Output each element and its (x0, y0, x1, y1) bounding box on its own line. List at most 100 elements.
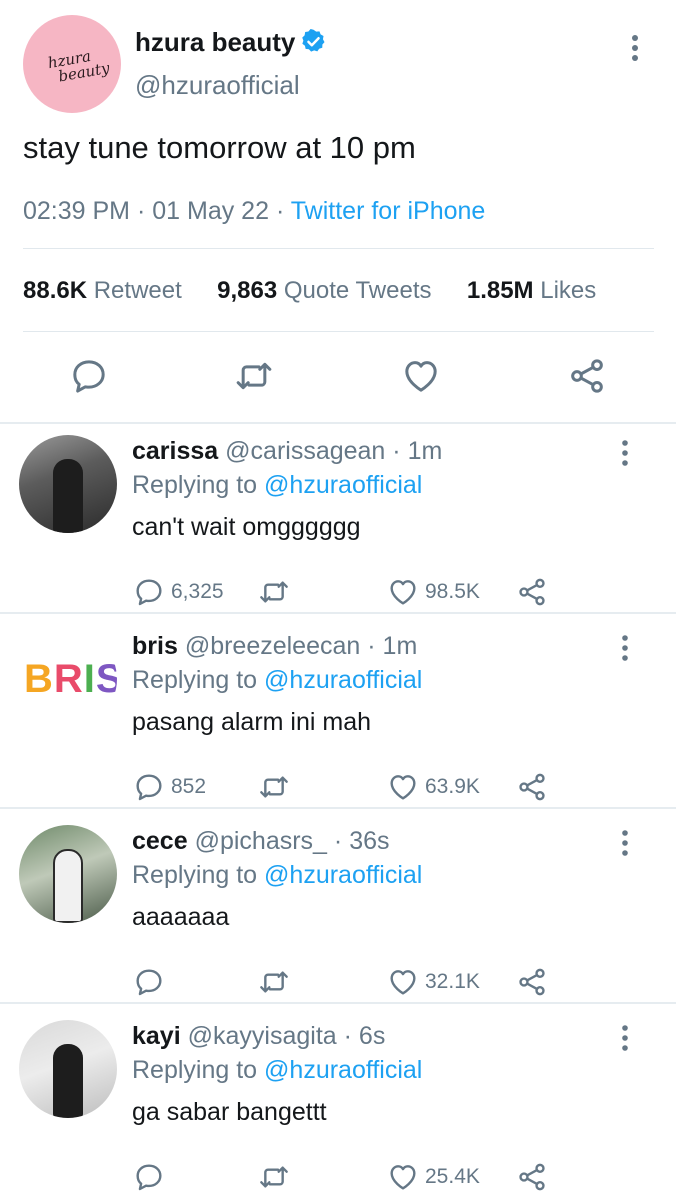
avatar[interactable] (19, 435, 117, 533)
main-tweet: hzura beauty hzura beauty @hzuraofficial… (0, 0, 676, 423)
avatar[interactable] (19, 825, 117, 923)
reply-author-handle[interactable]: @carissagean (225, 437, 385, 465)
like-action[interactable]: 32.1K (387, 964, 480, 1000)
like-icon[interactable] (387, 1161, 419, 1193)
reply-time: 1m (407, 437, 443, 465)
reply-author-handle[interactable]: @breezeleecan (185, 632, 361, 660)
reply-author-handle[interactable]: @kayyisagita (188, 1022, 337, 1050)
reply-author-name[interactable]: carissa (132, 437, 218, 465)
reply-tweet[interactable]: BRIS bris @breezeleecan · 1m Replying to… (0, 619, 676, 807)
like-count: 98.5K (425, 580, 480, 603)
replying-to: Replying to @hzuraofficial (132, 1056, 422, 1085)
reply-action[interactable] (133, 964, 165, 1000)
reply-time: 6s (358, 1022, 386, 1050)
author-avatar[interactable]: hzura beauty (23, 15, 121, 113)
retweet-icon[interactable] (258, 966, 290, 998)
reply-header: cece @pichasrs_ · 36s (132, 827, 390, 856)
reply-tweet[interactable]: carissa @carissagean · 1m Replying to @h… (0, 424, 676, 612)
like-count: 25.4K (425, 1165, 480, 1188)
more-options-icon[interactable] (617, 1024, 633, 1052)
more-options-icon[interactable] (626, 33, 644, 63)
author-handle[interactable]: @hzuraofficial (135, 70, 300, 101)
reply-tweet[interactable]: cece @pichasrs_ · 36s Replying to @hzura… (0, 814, 676, 1002)
reply-author-name[interactable]: bris (132, 632, 178, 660)
tweet-text: stay tune tomorrow at 10 pm (23, 130, 416, 165)
reply-icon[interactable] (133, 1161, 165, 1193)
reply-text: pasang alarm ini mah (132, 708, 372, 736)
retweet-icon[interactable] (234, 356, 274, 396)
avatar-figure (53, 1044, 83, 1118)
share-action[interactable] (516, 574, 548, 610)
retweet-label[interactable]: Retweet (94, 277, 182, 304)
avatar[interactable] (19, 1020, 117, 1118)
retweet-icon[interactable] (258, 1161, 290, 1193)
share-icon[interactable] (516, 771, 548, 803)
like-icon[interactable] (387, 771, 419, 803)
replying-to-mention[interactable]: @hzuraofficial (264, 1056, 422, 1084)
like-label[interactable]: Likes (540, 277, 596, 304)
retweet-icon[interactable] (258, 771, 290, 803)
avatar-figure (53, 849, 83, 923)
tweet-stats: 88.6K Retweet 9,863 Quote Tweets 1.85M L… (23, 277, 596, 305)
share-action[interactable] (516, 1159, 548, 1195)
share-action[interactable] (516, 769, 548, 805)
reply-icon[interactable] (133, 576, 165, 608)
author-name[interactable]: hzura beauty (135, 27, 295, 58)
like-icon[interactable] (401, 356, 441, 396)
reply-action[interactable]: 852 (133, 769, 206, 805)
quote-label[interactable]: Quote Tweets (284, 277, 432, 304)
reply-action[interactable] (133, 1159, 165, 1195)
reply-author-handle[interactable]: @pichasrs_ (195, 827, 327, 855)
retweet-action[interactable] (258, 1159, 290, 1195)
reply-icon[interactable] (133, 771, 165, 803)
avatar-logo: hzura beauty (47, 46, 111, 86)
divider (23, 331, 654, 332)
like-icon[interactable] (387, 576, 419, 608)
replying-to-label: Replying to (132, 471, 258, 499)
reply-action[interactable]: 6,325 (133, 574, 224, 610)
more-options-icon[interactable] (617, 634, 633, 662)
divider (0, 1002, 676, 1004)
quote-count[interactable]: 9,863 (217, 277, 277, 304)
retweet-count[interactable]: 88.6K (23, 277, 87, 304)
share-icon[interactable] (516, 966, 548, 998)
meta-separator: · (333, 827, 350, 855)
meta-separator: · (343, 1022, 359, 1050)
reply-icon[interactable] (133, 966, 165, 998)
replying-to-mention[interactable]: @hzuraofficial (264, 666, 422, 694)
more-options-icon[interactable] (617, 829, 633, 857)
reply-time: 36s (349, 827, 390, 855)
meta-separator: · (275, 197, 291, 225)
meta-separator: · (136, 197, 153, 225)
reply-tweet[interactable]: kayi @kayyisagita · 6s Replying to @hzur… (0, 1009, 676, 1200)
retweet-action[interactable] (258, 769, 290, 805)
tweet-source[interactable]: Twitter for iPhone (291, 197, 486, 225)
like-action[interactable]: 98.5K (387, 574, 480, 610)
replying-to-mention[interactable]: @hzuraofficial (264, 861, 422, 889)
like-action[interactable]: 63.9K (387, 769, 480, 805)
reply-author-name[interactable]: kayi (132, 1022, 181, 1050)
retweet-action[interactable] (258, 964, 290, 1000)
reply-author-name[interactable]: cece (132, 827, 188, 855)
reply-header: bris @breezeleecan · 1m (132, 632, 417, 661)
retweet-icon[interactable] (258, 576, 290, 608)
share-action[interactable] (516, 964, 548, 1000)
retweet-action[interactable] (258, 574, 290, 610)
avatar[interactable]: BRIS (19, 630, 117, 728)
avatar-logo: BRIS (24, 657, 117, 701)
like-action[interactable]: 25.4K (387, 1159, 480, 1195)
like-count[interactable]: 1.85M (467, 277, 534, 304)
more-options-icon[interactable] (617, 439, 633, 467)
tweet-date: 01 May 22 (152, 197, 269, 225)
share-icon[interactable] (516, 1161, 548, 1193)
like-icon[interactable] (387, 966, 419, 998)
replying-to: Replying to @hzuraofficial (132, 861, 422, 890)
share-icon[interactable] (567, 356, 607, 396)
tweet-meta: 02:39 PM · 01 May 22 · Twitter for iPhon… (23, 197, 485, 226)
reply-icon[interactable] (69, 356, 109, 396)
replying-to-mention[interactable]: @hzuraofficial (264, 471, 422, 499)
divider (0, 807, 676, 809)
meta-separator: · (367, 632, 383, 660)
avatar-figure (53, 459, 83, 533)
share-icon[interactable] (516, 576, 548, 608)
